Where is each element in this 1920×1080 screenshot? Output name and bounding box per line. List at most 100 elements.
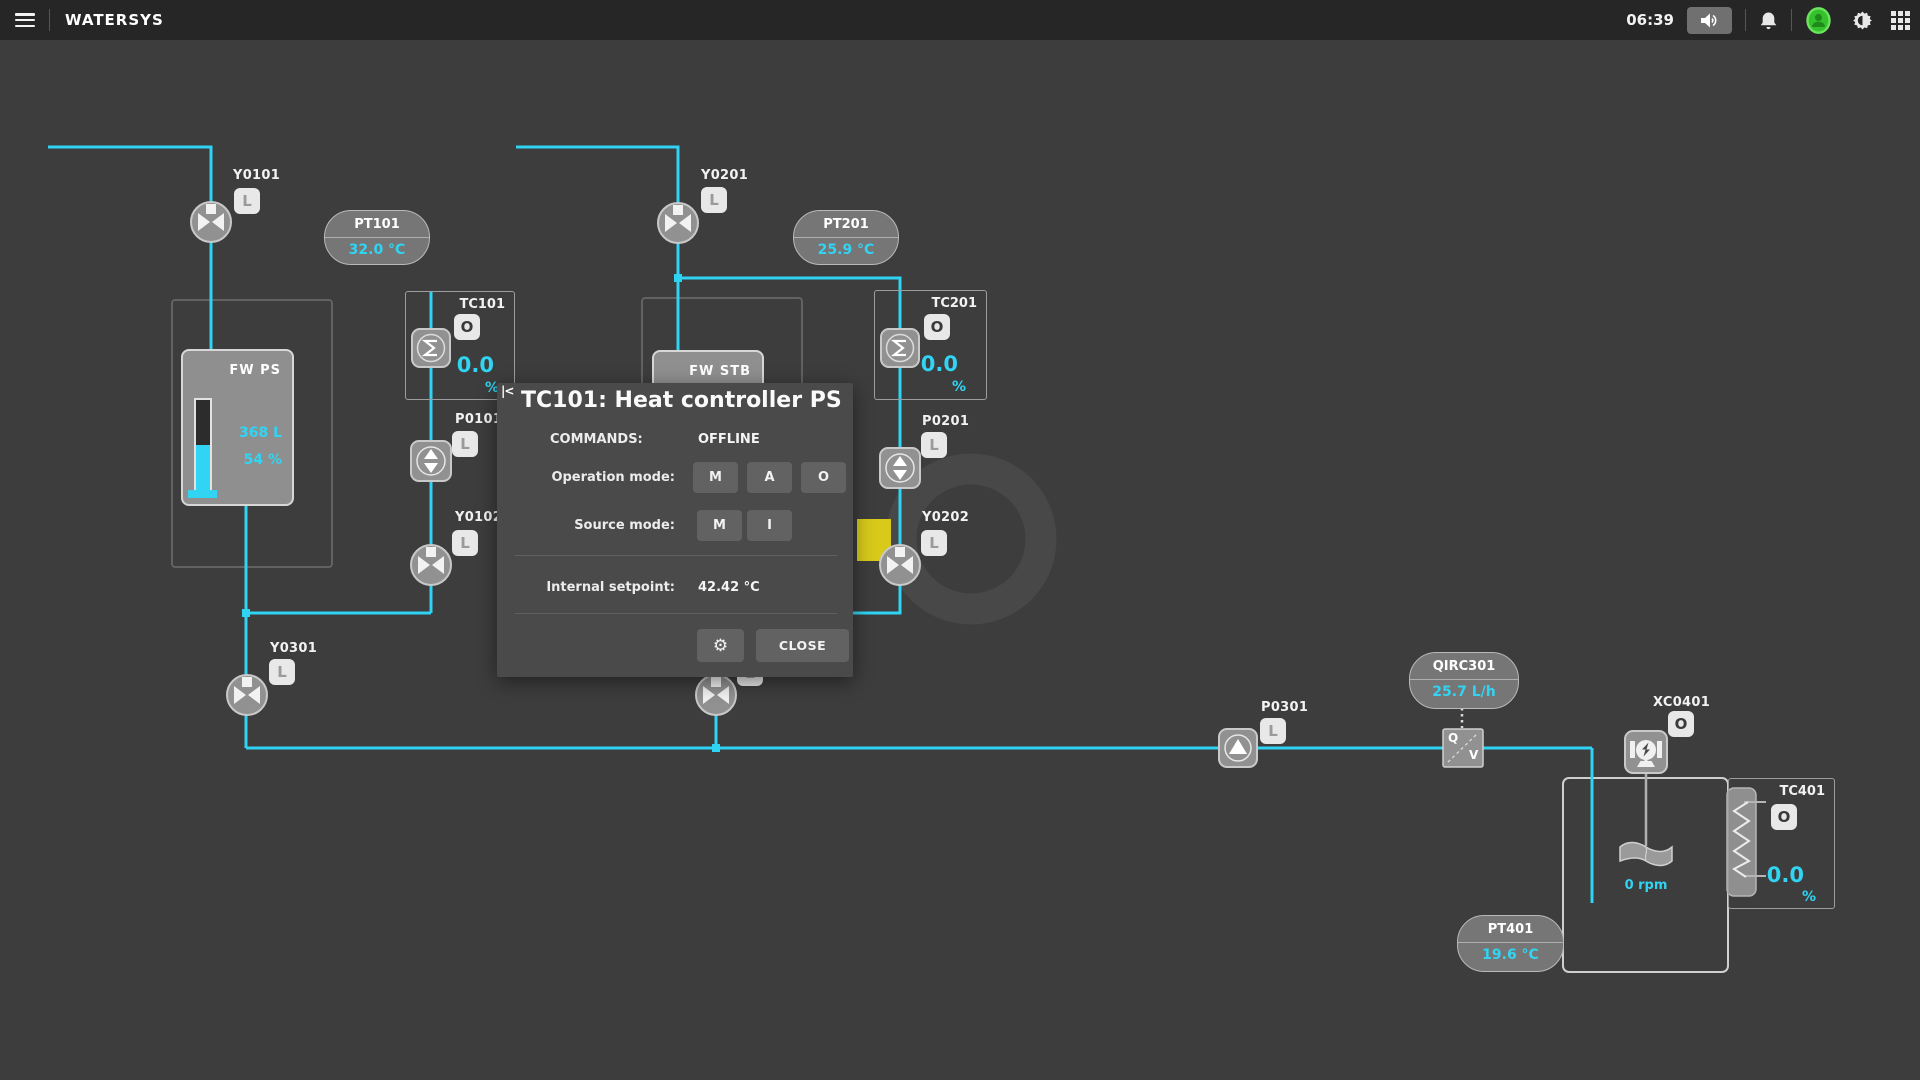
- topbar-divider-2: [1791, 9, 1792, 31]
- top-bar: WATERSYS 06:39: [0, 0, 1920, 40]
- y0102-label: Y0102: [455, 510, 502, 525]
- fw-ps-level-gauge: [194, 398, 212, 496]
- fw-ps-gauge-base: [188, 490, 217, 498]
- topbar-divider-1: [1745, 9, 1746, 31]
- hidden-valve-icon[interactable]: [696, 675, 736, 715]
- p0301-l-button[interactable]: L: [1260, 718, 1286, 744]
- operation-mode-o-button[interactable]: O: [801, 462, 846, 493]
- tc101-output-value: 0.0: [457, 353, 494, 377]
- app-grid-icon[interactable]: [1891, 11, 1910, 30]
- y0102-l-button[interactable]: L: [452, 530, 478, 556]
- qirc301-label: QIRC301: [1410, 653, 1518, 680]
- y0102-valve-icon[interactable]: [411, 545, 451, 585]
- speaker-icon: [1699, 12, 1720, 29]
- y0101-l-button[interactable]: L: [234, 188, 260, 214]
- tc101-faceplate-dialog: |< TC101: Heat controller PS COMMANDS: O…: [497, 383, 853, 677]
- dialog-commands-label: COMMANDS:: [550, 432, 690, 447]
- hamburger-menu-icon[interactable]: [15, 13, 35, 27]
- tc201-label: TC201: [931, 296, 977, 311]
- tc401-output-unit: %: [1802, 889, 1816, 905]
- tc401-o-button[interactable]: O: [1771, 804, 1797, 830]
- fw-ps-level-fill: [196, 445, 210, 494]
- dialog-divider-top: [515, 555, 837, 556]
- y0301-l-button[interactable]: L: [269, 659, 295, 685]
- tc401-output-value: 0.0: [1767, 863, 1804, 887]
- fw-ps-tank-label: FW PS: [229, 363, 281, 378]
- dialog-commands-value: OFFLINE: [698, 432, 760, 447]
- dialog-operation-mode-label: Operation mode:: [497, 470, 675, 485]
- fw-ps-volume-value: 368 L: [239, 425, 282, 441]
- flow-sensor-q-label: Q: [1448, 731, 1458, 745]
- p0201-label: P0201: [922, 414, 969, 429]
- process-diagram: [0, 0, 1920, 1080]
- pipe-feed-right: [516, 147, 678, 352]
- y0301-label: Y0301: [270, 641, 317, 656]
- pt101-indicator[interactable]: PT101 32.0 °C: [324, 210, 430, 265]
- source-mode-i-button[interactable]: I: [747, 510, 792, 541]
- y0101-label: Y0101: [233, 168, 280, 183]
- pt201-label: PT201: [794, 211, 898, 238]
- tc101-label: TC101: [459, 297, 505, 312]
- tc401-label: TC401: [1779, 784, 1825, 799]
- p0201-pump-icon[interactable]: [880, 448, 920, 488]
- y0201-label: Y0201: [701, 168, 748, 183]
- app-title: WATERSYS: [65, 11, 164, 29]
- y0202-valve-icon[interactable]: [880, 545, 920, 585]
- theme-contrast-icon[interactable]: [1852, 10, 1873, 31]
- p0101-pump-icon[interactable]: [411, 441, 451, 481]
- dialog-divider-bottom: [515, 613, 837, 614]
- qirc301-indicator[interactable]: QIRC301 25.7 L/h: [1409, 652, 1519, 709]
- qirc301-value: 25.7 L/h: [1410, 680, 1518, 705]
- p0101-label: P0101: [455, 412, 502, 427]
- p0101-l-button[interactable]: L: [452, 431, 478, 457]
- tc201-o-button[interactable]: O: [924, 314, 950, 340]
- pt401-indicator[interactable]: PT401 19.6 °C: [1457, 915, 1564, 972]
- pt101-value: 32.0 °C: [325, 238, 429, 263]
- tc401-controller-block[interactable]: TC401 O 0.0 %: [1728, 778, 1835, 909]
- y0202-label: Y0202: [922, 510, 969, 525]
- fw-ps-tank[interactable]: FW PS 368 L 54 %: [181, 349, 294, 506]
- fw-ps-level-value: 54 %: [244, 452, 282, 468]
- topbar-divider-left: [49, 9, 50, 31]
- p0301-pump-icon[interactable]: [1219, 729, 1257, 767]
- y0202-l-button[interactable]: L: [921, 530, 947, 556]
- clock: 06:39: [1626, 11, 1674, 29]
- dialog-setpoint-value: 42.42 °C: [698, 580, 760, 595]
- tc201-output-value: 0.0: [921, 352, 958, 376]
- tc101-o-button[interactable]: O: [454, 314, 480, 340]
- pt101-label: PT101: [325, 211, 429, 238]
- pt401-label: PT401: [1458, 916, 1563, 943]
- flow-sensor-v-label: V: [1469, 748, 1478, 762]
- dialog-collapse-icon[interactable]: |<: [501, 384, 513, 398]
- mixer-speed-value: 0 rpm: [1606, 878, 1686, 893]
- fw-stb-tank-label: FW STB: [689, 364, 751, 379]
- dialog-source-mode-label: Source mode:: [497, 518, 675, 533]
- user-avatar[interactable]: [1805, 7, 1832, 34]
- xc0401-label: XC0401: [1653, 695, 1710, 710]
- dialog-settings-button[interactable]: ⚙: [697, 629, 744, 662]
- xc0401-motor-icon[interactable]: [1625, 731, 1667, 773]
- gear-icon: ⚙: [713, 636, 728, 656]
- y0201-valve-icon[interactable]: [658, 203, 698, 243]
- tc201-output-unit: %: [952, 379, 966, 395]
- p0201-l-button[interactable]: L: [921, 432, 947, 458]
- watersys-app: FW PS 368 L 54 % FW STB TC101 O 0.0 % TC…: [0, 0, 1920, 1080]
- tc201-controller-block[interactable]: TC201 O 0.0 %: [874, 290, 987, 400]
- operation-mode-a-button[interactable]: A: [747, 462, 792, 493]
- source-mode-m-button[interactable]: M: [697, 510, 742, 541]
- pt201-value: 25.9 °C: [794, 238, 898, 263]
- sound-button[interactable]: [1687, 7, 1732, 34]
- dialog-title: TC101: Heat controller PS: [521, 388, 842, 413]
- dialog-close-button[interactable]: CLOSE: [756, 629, 849, 662]
- p0301-label: P0301: [1261, 700, 1308, 715]
- pt201-indicator[interactable]: PT201 25.9 °C: [793, 210, 899, 265]
- y0101-valve-icon[interactable]: [191, 202, 231, 242]
- y0201-l-button[interactable]: L: [701, 187, 727, 213]
- notifications-bell-icon[interactable]: [1759, 10, 1778, 31]
- dialog-setpoint-label: Internal setpoint:: [497, 580, 675, 595]
- pipe-feed-left: [48, 147, 211, 352]
- operation-mode-m-button[interactable]: M: [693, 462, 738, 493]
- y0301-valve-icon[interactable]: [227, 675, 267, 715]
- pt401-value: 19.6 °C: [1458, 943, 1563, 968]
- xc0401-o-button[interactable]: O: [1668, 711, 1694, 737]
